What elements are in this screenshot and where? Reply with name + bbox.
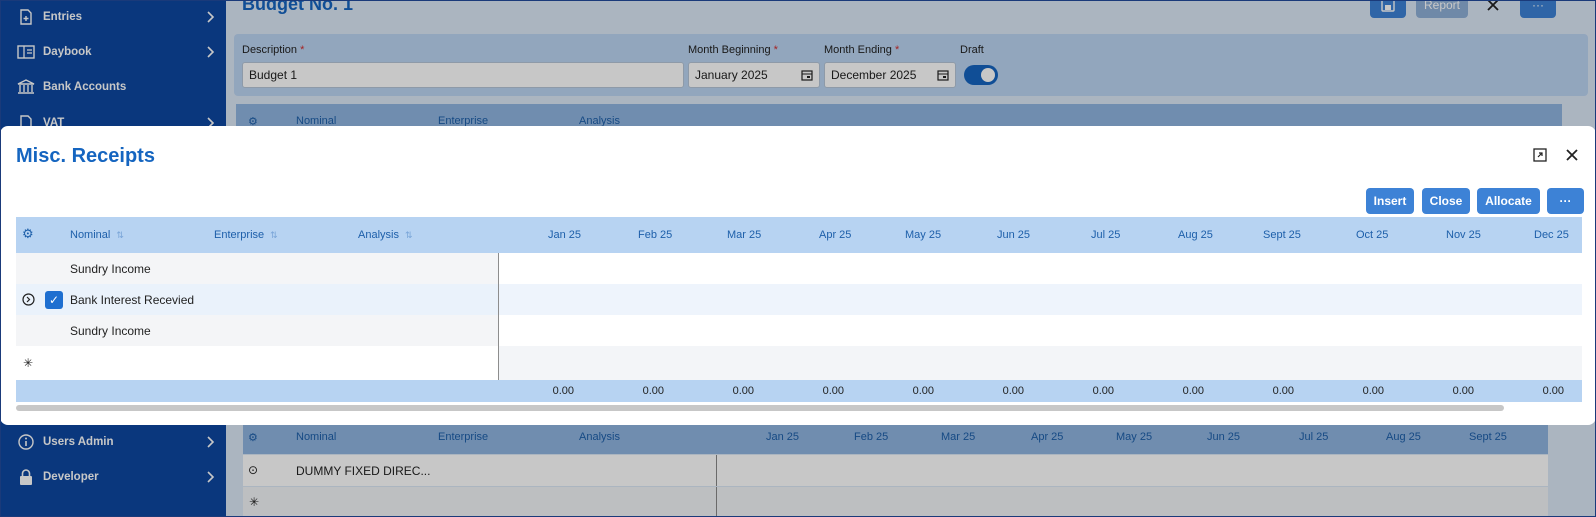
insert-button[interactable]: Insert [1366,188,1414,214]
row-month-cells [499,315,1582,346]
row-month-cells [499,346,1582,380]
total-apr: 0.00 [822,385,844,397]
expand-icon[interactable] [1532,147,1548,163]
close-icon[interactable] [1564,147,1580,163]
column-header-may[interactable]: May 25 [905,229,941,241]
expand-row-icon[interactable] [22,293,35,306]
column-header-analysis[interactable]: Analysis ⇅ [358,229,413,241]
column-header-feb[interactable]: Feb 25 [638,229,672,241]
column-header-apr[interactable]: Apr 25 [819,229,851,241]
allocate-button[interactable]: Allocate [1477,188,1540,214]
sort-icon: ⇅ [116,230,124,240]
column-header-jul[interactable]: Jul 25 [1091,229,1120,241]
total-jan: 0.00 [552,385,574,397]
totals-row: 0.00 0.00 0.00 0.00 0.00 0.00 0.00 0.00 … [16,380,1582,402]
close-button[interactable]: Close [1422,188,1470,214]
column-header-mar[interactable]: Mar 25 [727,229,761,241]
table-row[interactable]: Sundry Income [16,253,1582,284]
row-month-cells [499,253,1582,284]
column-divider [498,253,499,380]
column-header-sept[interactable]: Sept 25 [1263,229,1301,241]
total-mar: 0.00 [732,385,754,397]
total-jul: 0.00 [1092,385,1114,397]
grid-header: ⚙ Nominal ⇅ Enterprise ⇅ Analysis ⇅ Jan 25 … [16,217,1582,253]
column-header-enterprise[interactable]: Enterprise ⇅ [214,229,278,241]
row-nominal[interactable]: Sundry Income [70,262,151,276]
new-row[interactable]: ✳ [16,346,1582,380]
table-row-selected[interactable]: ✓ Bank Interest Recevied [16,284,1582,315]
dialog-title: Misc. Receipts [16,145,155,167]
column-header-aug[interactable]: Aug 25 [1178,229,1213,241]
row-month-cells [499,284,1582,315]
total-dec: 0.00 [1542,385,1564,397]
row-nominal[interactable]: Sundry Income [70,324,151,338]
horizontal-scrollbar[interactable] [16,405,1504,411]
gear-icon[interactable]: ⚙ [22,226,34,242]
total-may: 0.00 [912,385,934,397]
row-nominal[interactable]: Bank Interest Recevied [70,293,194,307]
total-feb: 0.00 [642,385,664,397]
misc-receipts-dialog: Misc. Receipts Insert Close Allocate ···… [0,126,1596,425]
column-header-nov[interactable]: Nov 25 [1446,229,1481,241]
row-fixed-cells [16,346,498,380]
column-header-oct[interactable]: Oct 25 [1356,229,1388,241]
column-header-dec[interactable]: Dec 25 [1534,229,1569,241]
total-sept: 0.00 [1272,385,1294,397]
table-row[interactable]: Sundry Income [16,315,1582,346]
total-nov: 0.00 [1452,385,1474,397]
more-options-button[interactable]: ··· [1547,188,1584,214]
column-header-jun[interactable]: Jun 25 [997,229,1030,241]
new-row-icon: ✳ [23,356,34,370]
column-header-jan[interactable]: Jan 25 [548,229,581,241]
total-jun: 0.00 [1002,385,1024,397]
sort-icon: ⇅ [270,230,278,240]
sort-icon: ⇅ [404,230,413,240]
total-oct: 0.00 [1362,385,1384,397]
row-checkbox[interactable]: ✓ [45,291,63,309]
column-header-nominal[interactable]: Nominal ⇅ [70,229,124,241]
total-aug: 0.00 [1182,385,1204,397]
